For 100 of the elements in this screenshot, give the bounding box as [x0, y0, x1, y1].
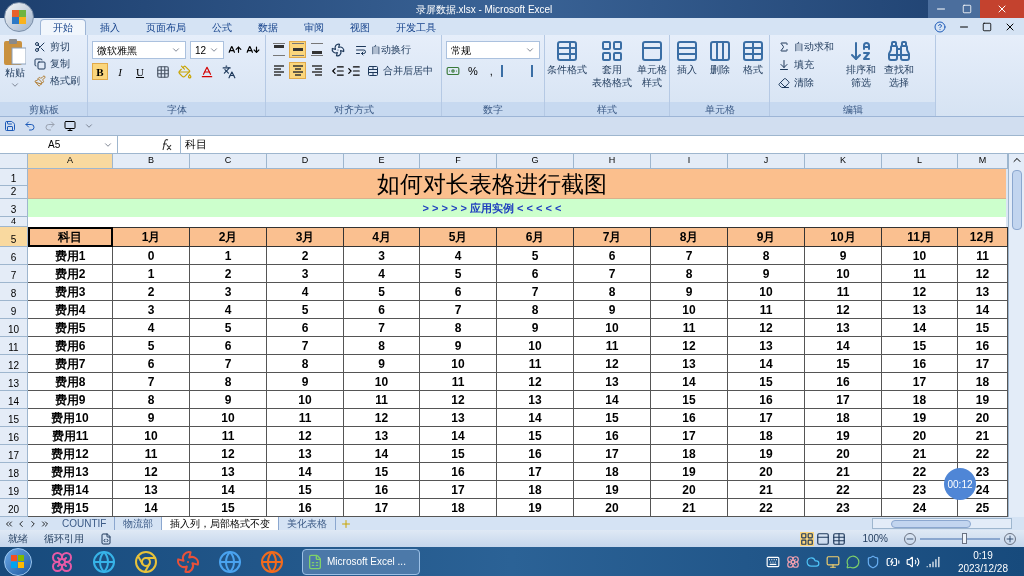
cloud-icon[interactable] — [805, 554, 820, 569]
row-header[interactable]: 10 — [0, 319, 28, 337]
decrease-indent-icon[interactable] — [331, 63, 345, 78]
ribbon-tab[interactable]: 开发工具 — [384, 19, 448, 35]
save-icon[interactable] — [4, 120, 16, 132]
horizontal-scrollbar[interactable] — [872, 518, 1012, 529]
flower-icon[interactable] — [50, 549, 74, 574]
column-header[interactable]: G — [497, 154, 574, 169]
row-header[interactable]: 6 — [0, 247, 28, 265]
font-style-button[interactable]: U — [132, 63, 148, 80]
align-button[interactable] — [308, 41, 325, 58]
row-header[interactable]: 7 — [0, 265, 28, 283]
flower-icon[interactable] — [785, 554, 800, 569]
format-painter-button[interactable]: 格式刷 — [30, 73, 84, 88]
row-header[interactable]: 4 — [0, 217, 28, 227]
cell-button[interactable]: 删除 — [707, 39, 732, 102]
ribbon-tab[interactable]: 插入 — [88, 19, 132, 35]
align-button[interactable] — [289, 41, 306, 58]
row-header[interactable]: 15 — [0, 409, 28, 427]
vertical-scrollbar[interactable] — [1008, 154, 1024, 517]
sheet-tab[interactable]: 插入列，局部格式不变 — [162, 517, 280, 530]
taskbar-app-button[interactable]: Microsoft Excel ... — [302, 548, 420, 575]
column-header[interactable]: B — [113, 154, 190, 169]
row-header[interactable]: 16 — [0, 427, 28, 445]
column-header[interactable]: I — [651, 154, 728, 169]
style-button[interactable]: 套用 表格格式 — [592, 39, 632, 102]
row-header[interactable]: 11 — [0, 337, 28, 355]
row-header[interactable]: 8 — [0, 283, 28, 301]
increase-indent-icon[interactable] — [347, 63, 361, 78]
browser-icon[interactable] — [218, 549, 242, 574]
normal-view-icon[interactable] — [800, 531, 815, 546]
formula-field[interactable]: 科目 — [180, 136, 1024, 153]
taskbar-clock[interactable]: 0:19 2023/12/28 — [957, 548, 1020, 575]
screen-icon[interactable] — [64, 120, 76, 132]
undo-icon[interactable] — [24, 120, 36, 132]
next-sheet-icon[interactable] — [28, 518, 38, 529]
number-format-field[interactable]: 常规 — [446, 41, 540, 59]
row-header[interactable]: 5 — [0, 227, 28, 247]
column-header[interactable]: A — [28, 154, 113, 169]
editing-button[interactable]: 填充 — [774, 57, 838, 72]
scroll-thumb[interactable] — [1011, 170, 1022, 230]
row-header[interactable]: 17 — [0, 445, 28, 463]
monitor-icon[interactable] — [825, 554, 840, 569]
ribbon-tab[interactable]: 数据 — [246, 19, 290, 35]
editing-button[interactable]: 清除 — [774, 75, 838, 90]
keyboard-icon[interactable] — [765, 554, 780, 569]
orientation-button[interactable] — [331, 42, 345, 57]
style-button[interactable]: 条件格式 — [547, 39, 588, 102]
signal-icon[interactable] — [925, 554, 940, 569]
editing-button[interactable]: 自动求和 — [774, 39, 838, 54]
function-icon[interactable] — [160, 138, 172, 151]
page-break-icon[interactable] — [832, 531, 847, 546]
column-header[interactable]: F — [420, 154, 497, 169]
font-size-field[interactable]: 12 — [190, 41, 224, 59]
name-box[interactable]: A5 — [0, 136, 118, 153]
font-color-icon[interactable] — [200, 64, 214, 79]
ribbon-tab[interactable]: 审阅 — [292, 19, 336, 35]
editing-button[interactable]: 查找和 选择 — [884, 39, 914, 102]
align-button[interactable] — [289, 62, 306, 79]
column-header[interactable]: K — [805, 154, 882, 169]
font-name-field[interactable]: 微软雅黑 — [92, 41, 186, 59]
restore-button[interactable] — [954, 0, 980, 18]
column-header[interactable]: M — [958, 154, 1008, 169]
copy-button[interactable]: 复制 — [30, 56, 84, 71]
restore-icon[interactable] — [982, 21, 992, 32]
page-layout-icon[interactable] — [816, 531, 831, 546]
shield-icon[interactable] — [865, 554, 880, 569]
fill-color-icon[interactable] — [178, 64, 192, 79]
row-header[interactable]: 12 — [0, 355, 28, 373]
zoom-thumb[interactable] — [962, 532, 967, 544]
column-header[interactable]: D — [267, 154, 344, 169]
borders-icon[interactable] — [156, 64, 170, 79]
ribbon-tab[interactable]: 页面布局 — [134, 19, 198, 35]
ribbon-tab[interactable]: 开始 — [40, 19, 86, 35]
style-button[interactable]: 单元格 样式 — [636, 39, 667, 102]
number-style-button[interactable]: , — [485, 63, 497, 80]
font-style-button[interactable]: I — [112, 63, 128, 80]
ribbon-tab[interactable]: 公式 — [200, 19, 244, 35]
column-header[interactable]: H — [574, 154, 651, 169]
cell-button[interactable]: 插入 — [674, 39, 699, 102]
paste-button[interactable]: 粘贴 — [4, 39, 26, 90]
row-header[interactable]: 13 — [0, 373, 28, 391]
start-button[interactable] — [4, 547, 32, 576]
row-header[interactable]: 1 — [0, 169, 28, 186]
last-sheet-icon[interactable] — [40, 518, 50, 529]
cut-button[interactable]: 剪切 — [30, 39, 84, 54]
font-style-button[interactable]: B — [92, 63, 108, 80]
minimize-button[interactable] — [928, 0, 954, 18]
first-sheet-icon[interactable] — [4, 518, 14, 529]
help-icon[interactable] — [934, 20, 946, 33]
row-header[interactable]: 14 — [0, 391, 28, 409]
editing-button[interactable]: 排序和 筛选 — [846, 39, 876, 102]
align-button[interactable] — [270, 41, 287, 58]
column-header[interactable]: J — [728, 154, 805, 169]
browser-icon[interactable] — [260, 549, 284, 574]
volume-icon[interactable] — [905, 554, 920, 569]
row-header[interactable]: 3 — [0, 199, 28, 217]
chat-icon[interactable] — [845, 554, 860, 569]
row-header[interactable]: 18 — [0, 463, 28, 481]
phonetic-icon[interactable] — [222, 64, 236, 79]
